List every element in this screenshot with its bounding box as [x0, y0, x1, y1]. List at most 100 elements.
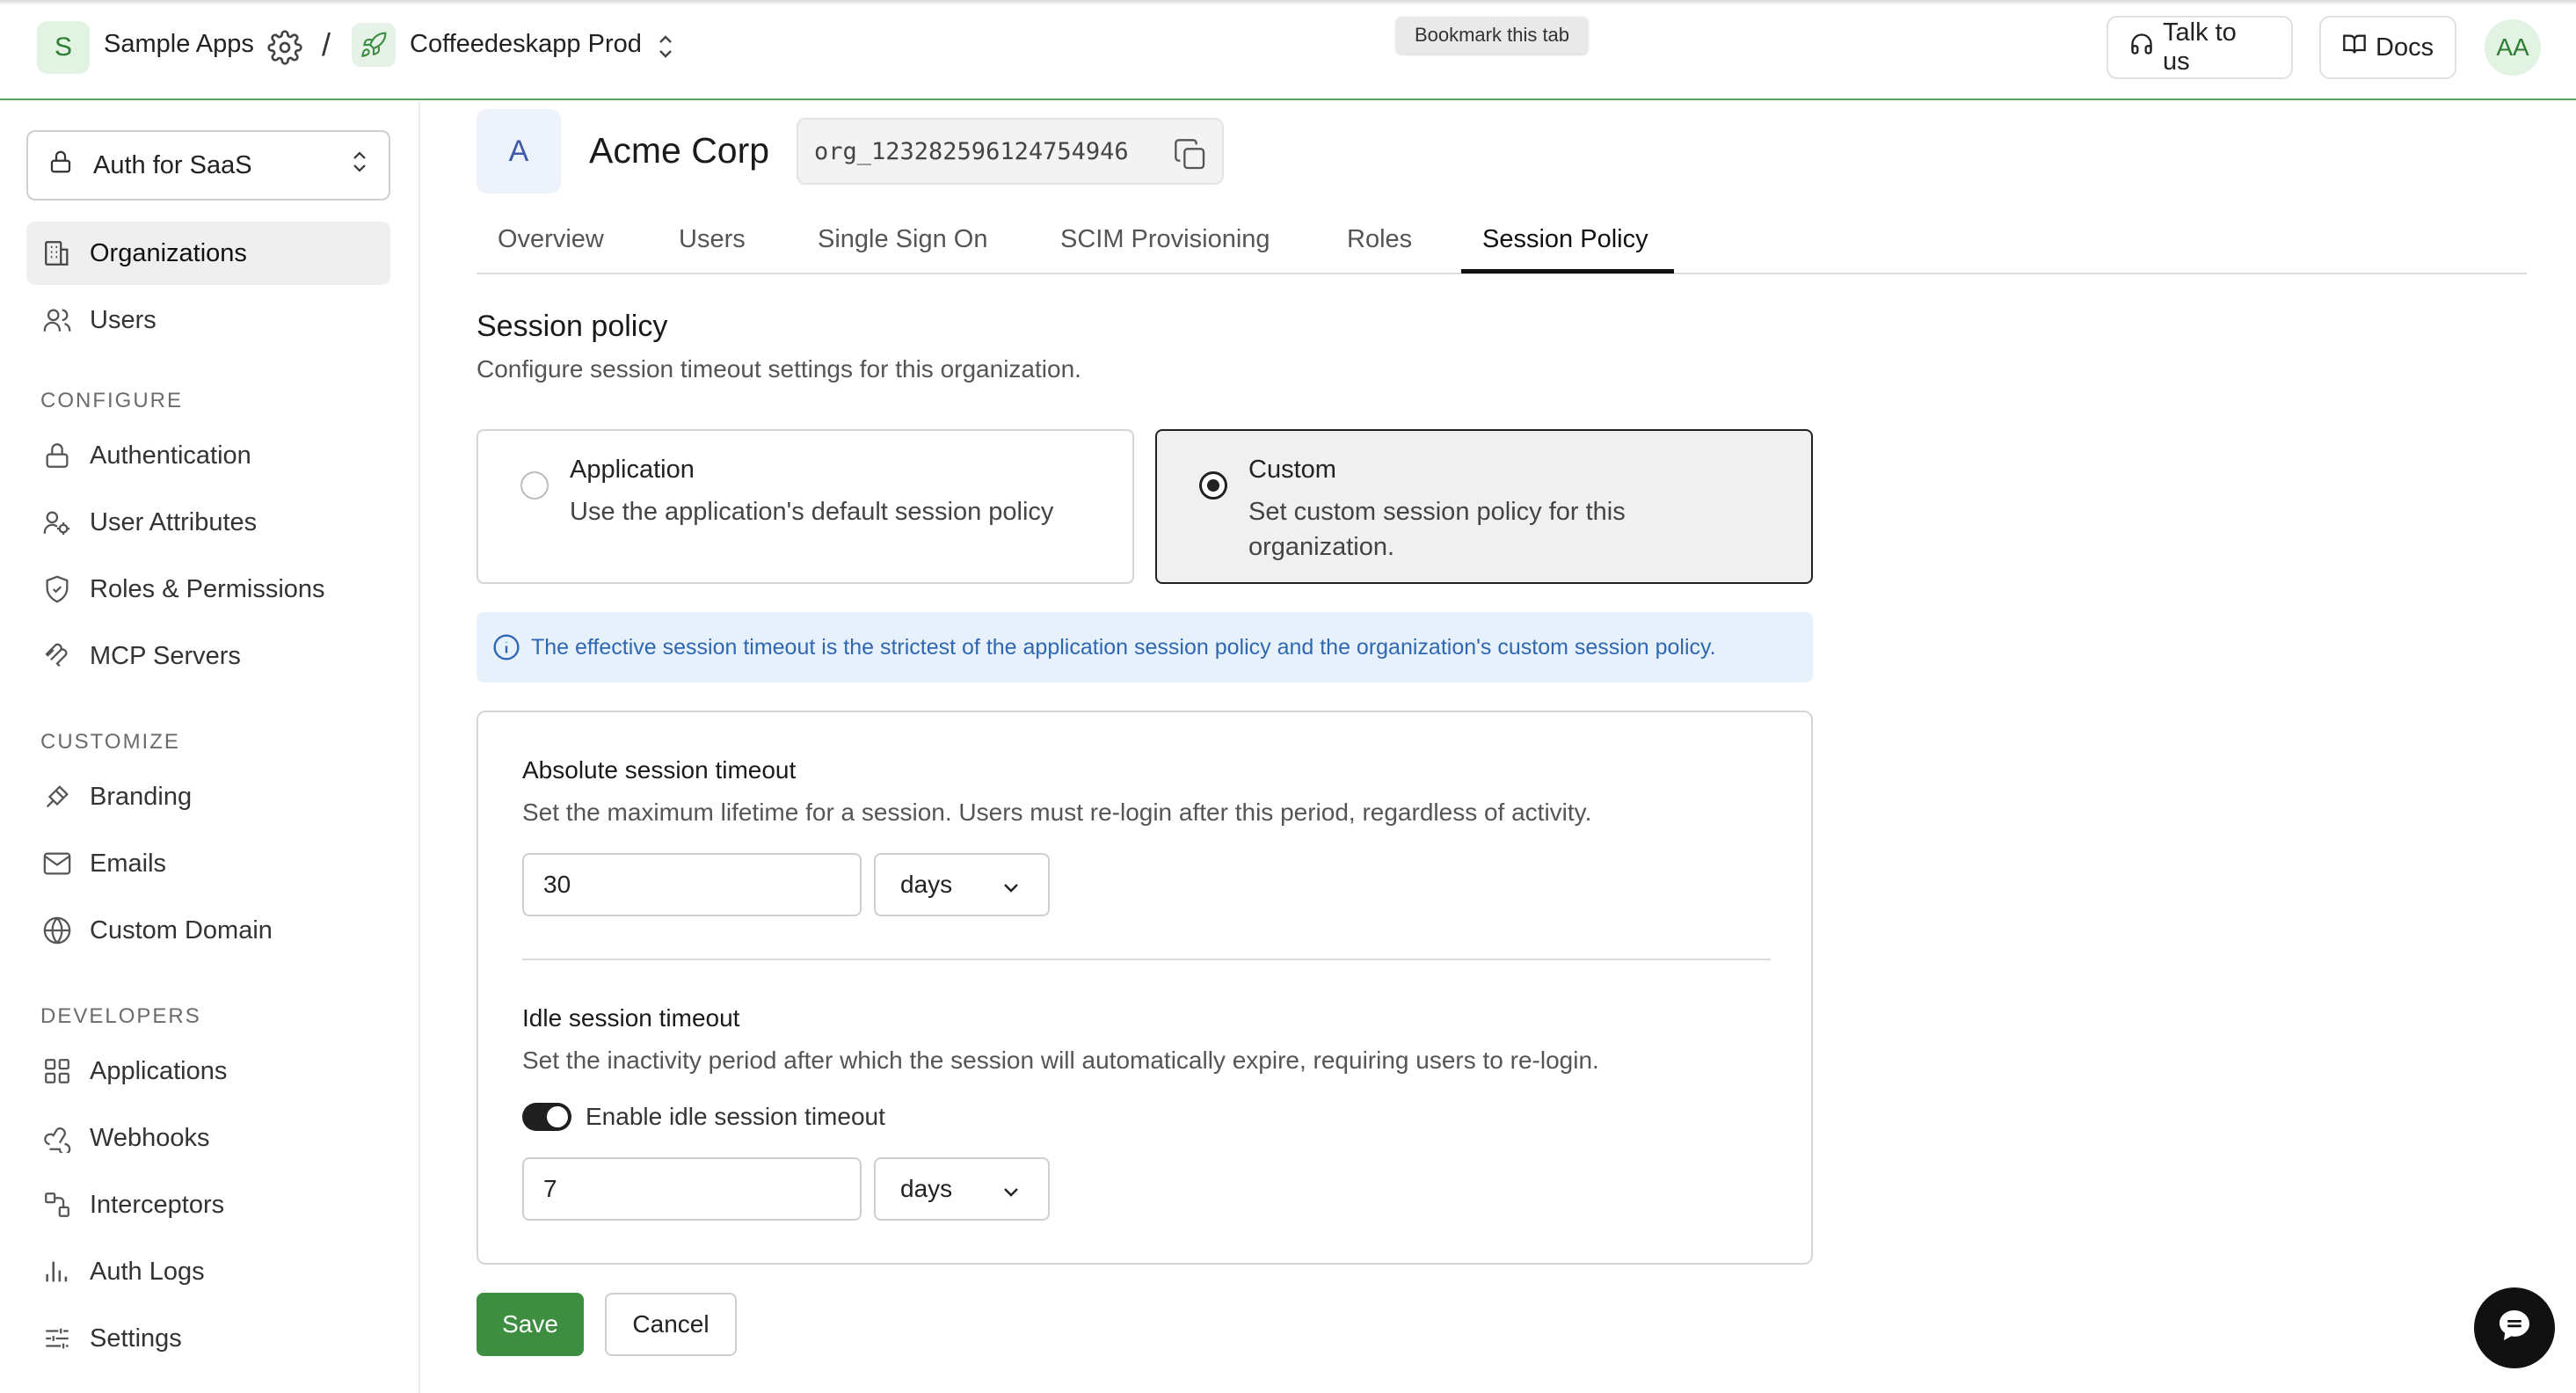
sidebar-item-interceptors[interactable]: Interceptors	[26, 1173, 390, 1236]
headphones-icon	[2129, 32, 2154, 63]
org-name: Acme Corp	[589, 130, 770, 171]
sidebar: Auth for SaaS Organizations Users CONFIG…	[0, 102, 420, 1393]
building-icon	[40, 237, 74, 270]
globe-icon	[40, 914, 74, 947]
tab-session-policy[interactable]: Session Policy	[1482, 220, 1648, 274]
sidebar-item-emails[interactable]: Emails	[26, 832, 390, 895]
chat-support-button[interactable]	[2474, 1287, 2555, 1368]
webhook-icon	[40, 1121, 74, 1155]
tab-bar: Overview Users Single Sign On SCIM Provi…	[477, 220, 2527, 274]
idle-timeout-unit-select[interactable]: days	[874, 1157, 1050, 1221]
section-configure: CONFIGURE	[40, 389, 183, 412]
active-tab-indicator	[1461, 269, 1674, 273]
mail-icon	[40, 847, 74, 880]
rocket-icon	[352, 23, 396, 67]
idle-timeout-input[interactable]: 7	[522, 1157, 862, 1221]
section-customize: CUSTOMIZE	[40, 730, 180, 754]
docs-label: Docs	[2376, 33, 2434, 62]
radio-button[interactable]	[1199, 471, 1227, 500]
tab-overview[interactable]: Overview	[498, 220, 604, 274]
tab-single-sign-on[interactable]: Single Sign On	[818, 220, 987, 274]
workspace-name[interactable]: Sample Apps	[104, 30, 254, 59]
bar-chart-icon	[40, 1255, 74, 1288]
sidebar-item-branding[interactable]: Branding	[26, 765, 390, 828]
gear-icon[interactable]	[267, 30, 302, 65]
sidebar-item-label: Branding	[90, 782, 193, 811]
sidebar-item-label: Custom Domain	[90, 915, 273, 944]
breadcrumb-separator: /	[322, 26, 331, 62]
sidebar-item-mcp-servers[interactable]: MCP Servers	[26, 624, 390, 688]
sidebar-item-auth-logs[interactable]: Auth Logs	[26, 1240, 390, 1303]
save-button[interactable]: Save	[477, 1293, 584, 1356]
radio-title: Custom	[1248, 456, 1336, 484]
unit-label: days	[900, 871, 953, 898]
sidebar-item-organizations[interactable]: Organizations	[26, 222, 390, 285]
user-avatar[interactable]: AA	[2485, 19, 2541, 76]
tab-roles[interactable]: Roles	[1347, 220, 1412, 274]
app-selector[interactable]: Auth for SaaS	[26, 130, 390, 201]
copy-icon[interactable]	[1173, 137, 1208, 172]
chevron-down-icon	[1001, 876, 1022, 897]
info-icon	[492, 633, 520, 661]
tab-users[interactable]: Users	[679, 220, 746, 274]
sidebar-item-label: Roles & Permissions	[90, 574, 325, 603]
info-banner: The effective session timeout is the str…	[477, 612, 1813, 682]
sidebar-item-user-attributes[interactable]: User Attributes	[26, 491, 390, 554]
absolute-timeout-input[interactable]: 30	[522, 853, 862, 916]
sidebar-item-label: Settings	[90, 1324, 182, 1353]
sliders-icon	[40, 1322, 74, 1355]
lock-icon	[47, 149, 74, 182]
sidebar-item-label: Authentication	[90, 441, 251, 470]
radio-title: Application	[570, 456, 695, 484]
environment-name[interactable]: Coffeedeskapp Prod	[410, 30, 642, 59]
user-attributes-icon	[40, 506, 74, 539]
sidebar-item-label: Users	[90, 305, 156, 334]
idle-timeout-toggle[interactable]	[522, 1103, 571, 1131]
sidebar-item-authentication[interactable]: Authentication	[26, 424, 390, 487]
chevron-up-down-icon[interactable]	[654, 32, 677, 62]
sidebar-item-users[interactable]: Users	[26, 288, 390, 352]
sidebar-item-custom-domain[interactable]: Custom Domain	[26, 899, 390, 962]
sidebar-item-label: Organizations	[90, 238, 247, 267]
sidebar-item-applications[interactable]: Applications	[26, 1039, 390, 1103]
radio-option-custom[interactable]: Custom Set custom session policy for thi…	[1155, 429, 1813, 584]
workspace-avatar[interactable]: S	[37, 21, 90, 74]
sidebar-item-label: Auth Logs	[90, 1257, 205, 1286]
sidebar-item-settings[interactable]: Settings	[26, 1307, 390, 1370]
sidebar-item-label: Webhooks	[90, 1123, 210, 1152]
top-bar: S Sample Apps / Coffeedeskapp Prod Bookm…	[0, 0, 2576, 100]
tab-scim-provisioning[interactable]: SCIM Provisioning	[1060, 220, 1270, 274]
radio-option-application[interactable]: Application Use the application's defaul…	[477, 429, 1134, 584]
top-shadow	[0, 0, 2576, 5]
bookmark-tooltip: Bookmark this tab	[1396, 17, 1588, 54]
app-selector-label: Auth for SaaS	[93, 150, 252, 179]
absolute-timeout-unit-select[interactable]: days	[874, 853, 1050, 916]
idle-timeout-title: Idle session timeout	[522, 1004, 740, 1032]
grid-icon	[40, 1054, 74, 1088]
sidebar-item-label: MCP Servers	[90, 641, 241, 670]
radio-description: Use the application's default session po…	[570, 498, 1054, 526]
section-title: Session policy	[477, 310, 668, 343]
cancel-button[interactable]: Cancel	[605, 1293, 737, 1356]
absolute-timeout-description: Set the maximum lifetime for a session. …	[522, 799, 1592, 826]
book-icon	[2342, 32, 2367, 63]
sidebar-item-roles-permissions[interactable]: Roles & Permissions	[26, 558, 390, 621]
users-icon	[40, 303, 74, 337]
idle-timeout-toggle-label: Enable idle session timeout	[586, 1103, 885, 1130]
org-avatar: A	[477, 109, 561, 193]
docs-button[interactable]: Docs	[2319, 16, 2456, 79]
idle-timeout-description: Set the inactivity period after which th…	[522, 1047, 1599, 1074]
chevron-down-icon	[1001, 1180, 1022, 1201]
absolute-timeout-title: Absolute session timeout	[522, 756, 797, 784]
radio-button[interactable]	[520, 471, 549, 500]
talk-to-us-label: Talk to us	[2163, 18, 2237, 76]
unit-label: days	[900, 1175, 953, 1202]
brush-icon	[40, 780, 74, 813]
sidebar-item-label: Interceptors	[90, 1190, 225, 1219]
info-text: The effective session timeout is the str…	[531, 634, 1716, 660]
talk-to-us-button[interactable]: Talk to us	[2107, 16, 2293, 79]
radio-description: Set custom session policy for this organ…	[1248, 498, 1626, 561]
shield-icon	[40, 573, 74, 606]
timeout-settings-panel: Absolute session timeout Set the maximum…	[477, 711, 1813, 1265]
sidebar-item-webhooks[interactable]: Webhooks	[26, 1106, 390, 1170]
